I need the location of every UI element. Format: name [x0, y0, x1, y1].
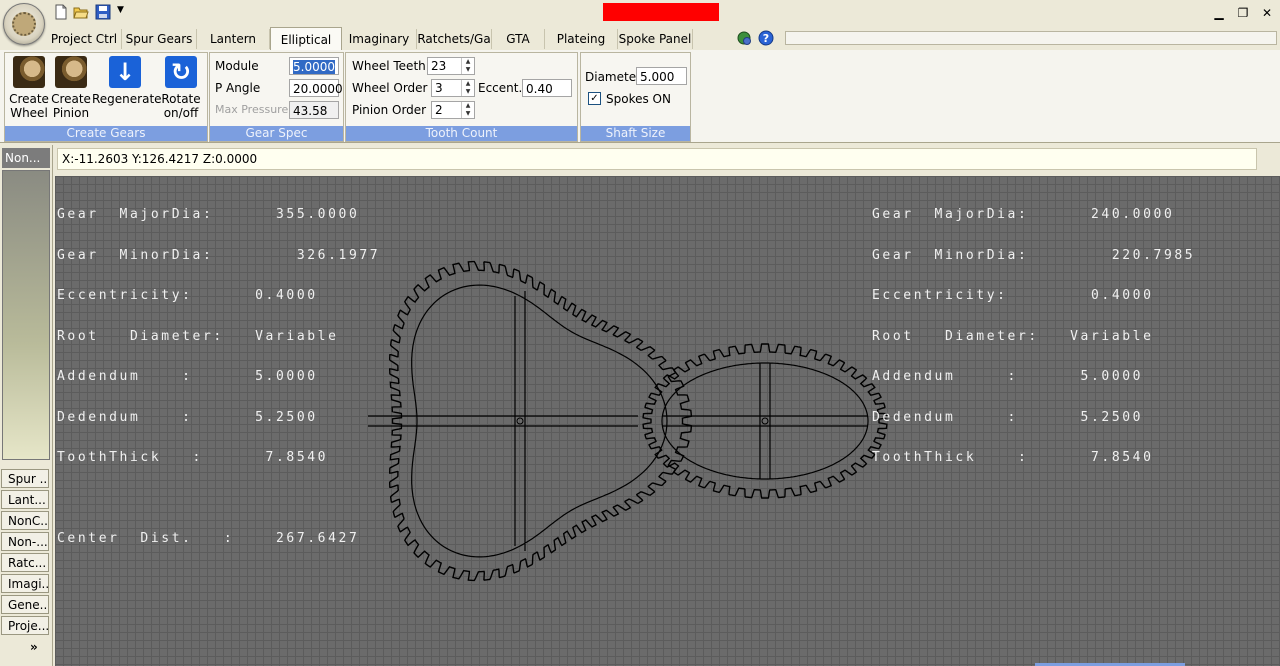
create-pinion-button[interactable]: Create Pinion: [51, 56, 91, 120]
regenerate-button[interactable]: ↓ Regenerate: [92, 56, 162, 106]
wheel-order-spinner[interactable]: 3 ▲ ▼: [431, 79, 475, 97]
eccent-input[interactable]: 0.40: [522, 79, 572, 97]
pinion-rim-spokes: [661, 362, 869, 480]
tab-gta[interactable]: GTA: [492, 29, 545, 49]
tab-project-ctrl[interactable]: Project Ctrl: [47, 29, 122, 49]
center-distance: Center Dist. : 267.6427: [57, 530, 360, 546]
save-disk-icon[interactable]: [95, 4, 111, 20]
wheel-shaft-hole: [516, 417, 524, 425]
sidetab-ratchets[interactable]: Ratc...: [1, 553, 49, 572]
wheel-addendum: Addendum : 5.0000: [57, 369, 318, 384]
progress-bar: [785, 31, 1277, 45]
create-wheel-button[interactable]: Create Wheel: [8, 56, 50, 120]
pinion-info-panel: Gear MajorDia: 240.0000 Gear MinorDia: 2…: [872, 181, 1195, 492]
wheel-tooth-thick: ToothThick : 7.8540: [57, 450, 329, 465]
spokes-label: Spokes ON: [606, 92, 671, 106]
tab-spur-gears[interactable]: Spur Gears: [122, 29, 197, 49]
diameter-label: Diameter: [585, 70, 642, 84]
tab-elliptical[interactable]: Elliptical: [270, 27, 342, 52]
p-angle-label: P Angle: [215, 81, 261, 95]
pinion-minor-dia: Gear MinorDia: 220.7985: [872, 247, 1196, 263]
pinion-root-diameter: Root Diameter: Variable: [872, 328, 1154, 344]
gear-wheel-icon: [13, 56, 45, 88]
pinion-order-label: Pinion Order: [352, 103, 427, 117]
drawing-canvas[interactable]: Gear MajorDia: 355.0000 Gear MinorDia: 3…: [55, 176, 1280, 666]
network-icon[interactable]: [736, 30, 752, 46]
sidetab-project[interactable]: Proje...: [1, 616, 49, 635]
sidetab-non[interactable]: Non-...: [1, 532, 49, 551]
pinion-gear-outline: [642, 343, 888, 499]
wheel-eccentricity: Eccentricity: 0.4000: [57, 288, 318, 303]
sidetab-noncircular[interactable]: NonC...: [1, 511, 49, 530]
spokes-checkbox[interactable]: ✓: [588, 92, 601, 105]
sidetab-lantern[interactable]: Lant...: [1, 490, 49, 509]
sidetab-general[interactable]: Gene...: [1, 595, 49, 614]
wheel-dedendum: Dedendum : 5.2500: [57, 409, 318, 425]
sidetab-imaginary[interactable]: Imagi...: [1, 574, 49, 593]
pinion-order-spinner[interactable]: 2 ▲ ▼: [431, 101, 475, 119]
pinion-major-dia: Gear MajorDia: 240.0000: [872, 207, 1175, 222]
tooth-count-label: Tooth Count: [346, 126, 577, 141]
pinion-addendum: Addendum : 5.0000: [872, 369, 1144, 384]
max-pressure-value: 43.58: [289, 101, 339, 119]
more-tabs-icon[interactable]: »: [30, 640, 38, 654]
spinner-arrows-icon[interactable]: ▲ ▼: [461, 80, 474, 96]
gear-logo-icon: [12, 12, 36, 36]
wheel-major-dia: Gear MajorDia: 355.0000: [57, 207, 360, 222]
pinion-tooth-thick: ToothThick : 7.8540: [872, 450, 1154, 465]
help-icon[interactable]: ?: [758, 30, 774, 46]
tab-ratchets[interactable]: Ratchets/Ga: [417, 29, 492, 49]
wheel-order-label: Wheel Order: [352, 81, 428, 95]
wheel-root-diameter: Root Diameter: Variable: [57, 328, 339, 344]
app-menu-button[interactable]: [3, 3, 45, 45]
module-input[interactable]: 5.0000: [289, 57, 339, 75]
wheel-teeth-label: Wheel Teeth: [352, 59, 426, 73]
tab-imaginary[interactable]: Imaginary: [342, 29, 417, 49]
svg-text:?: ?: [763, 32, 769, 45]
wheel-minor-dia: Gear MinorDia: 326.1977: [57, 247, 381, 263]
pinion-dedendum: Dedendum : 5.2500: [872, 409, 1144, 425]
pinion-shaft-hole: [761, 417, 769, 425]
close-icon[interactable]: ✕: [1259, 5, 1275, 21]
diameter-input[interactable]: 5.000: [636, 67, 687, 85]
tab-spoke-panel[interactable]: Spoke Panel: [618, 29, 693, 49]
open-folder-icon[interactable]: [73, 4, 89, 20]
minimize-icon[interactable]: ▁: [1211, 5, 1227, 21]
spinner-arrows-icon[interactable]: ▲ ▼: [461, 58, 474, 74]
tab-plateing[interactable]: Plateing: [545, 29, 618, 49]
spinner-arrows-icon[interactable]: ▲ ▼: [461, 102, 474, 118]
pinion-eccentricity: Eccentricity: 0.4000: [872, 288, 1154, 303]
wheel-info-panel: Gear MajorDia: 355.0000 Gear MinorDia: 3…: [57, 181, 380, 572]
shaft-size-label: Shaft Size: [581, 126, 690, 141]
restore-icon[interactable]: ❐: [1235, 5, 1251, 21]
dock-title[interactable]: Non...: [2, 148, 50, 168]
quick-access-dropdown-icon[interactable]: ▼: [117, 5, 124, 15]
wheel-teeth-spinner[interactable]: 23 ▲ ▼: [427, 57, 475, 75]
coordinate-readout: X:-11.2603 Y:126.4217 Z:0.0000: [57, 148, 1257, 170]
eccent-label: Eccent.: [478, 81, 523, 95]
rotate-toggle-button[interactable]: ↻ Rotate on/off: [160, 56, 202, 120]
module-label: Module: [215, 59, 259, 73]
gear-pinion-icon: [55, 56, 87, 88]
new-file-icon[interactable]: [53, 4, 69, 20]
dock-panel: [2, 170, 50, 460]
rotate-arrow-icon: ↻: [165, 56, 197, 88]
p-angle-input[interactable]: 20.0000: [289, 79, 343, 97]
gear-spec-label: Gear Spec: [210, 126, 343, 141]
arrow-down-icon: ↓: [109, 56, 141, 88]
status-indicator: [603, 3, 719, 21]
sidetab-spur[interactable]: Spur ...: [1, 469, 49, 488]
tab-lantern[interactable]: Lantern: [197, 29, 270, 49]
create-gears-label: Create Gears: [5, 126, 207, 141]
max-pressure-label: Max Pressure: [215, 103, 289, 116]
checkmark-icon: ✓: [590, 93, 599, 104]
